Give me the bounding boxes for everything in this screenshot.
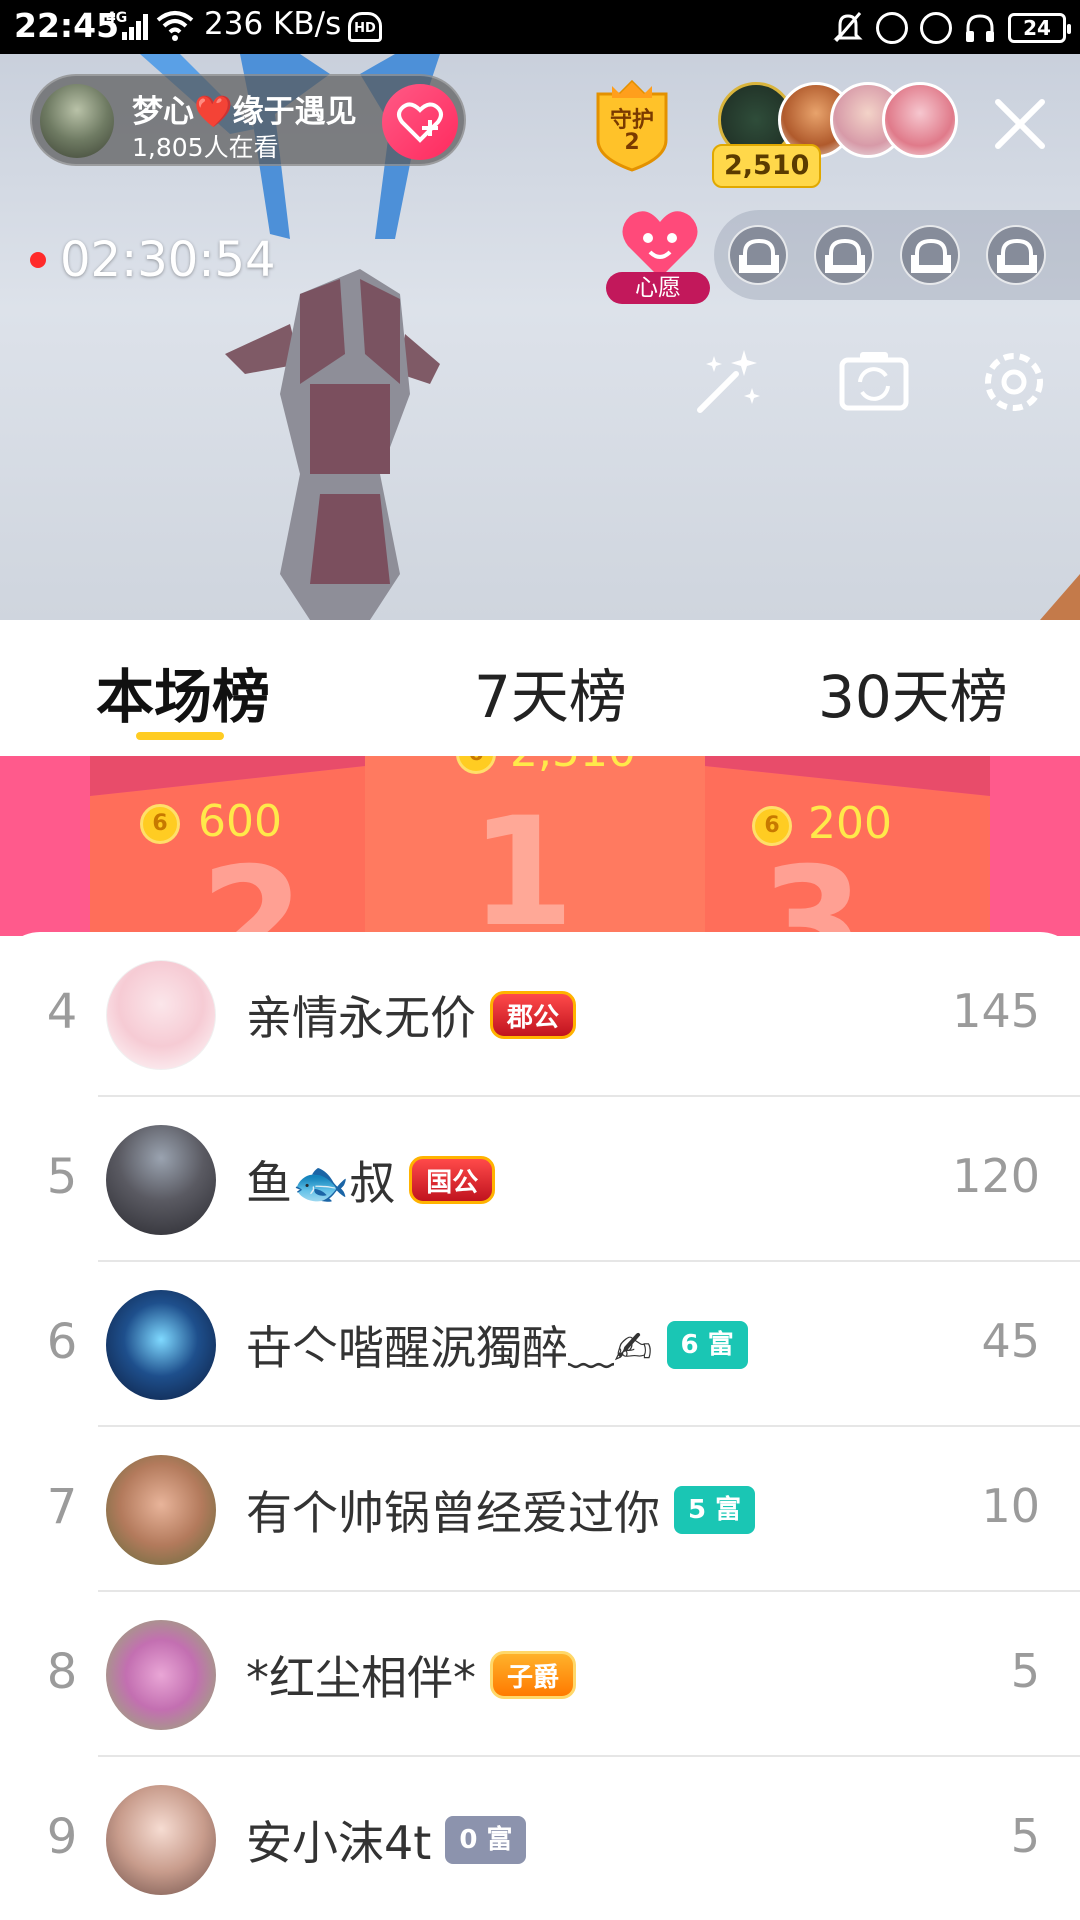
live-duration-text: 02:30:54 <box>60 232 276 288</box>
headphones-icon <box>966 14 994 42</box>
avatar[interactable] <box>106 1125 216 1235</box>
wish-label: 心愿 <box>606 272 710 304</box>
rank-number: 9 <box>46 1809 78 1865</box>
noble-badge: 国公 <box>409 1156 496 1204</box>
follow-button[interactable] <box>382 84 458 160</box>
alarm-icon <box>920 12 952 44</box>
coin-icon: 6 <box>752 806 792 846</box>
recording-dot-icon <box>30 252 46 268</box>
seat-bar <box>714 210 1080 300</box>
coin-count: 2,510 <box>712 144 822 188</box>
close-icon[interactable] <box>990 94 1050 154</box>
hd-icon: HD <box>348 12 382 42</box>
avatar[interactable] <box>106 1455 216 1565</box>
list-item[interactable]: 6 卋亽喈醒泦獨醉﹏✍ 6 富 45 <box>0 1262 1080 1427</box>
heart-face-icon <box>622 211 698 278</box>
tab-7-days[interactable]: 7天榜 <box>474 650 627 734</box>
wealth-level-badge: 0 富 <box>445 1816 527 1864</box>
leaderboard-tabs: 本场榜 7天榜 30天榜 <box>0 620 1080 756</box>
guard-badge[interactable]: 守护 2 <box>586 79 678 172</box>
wealth-level-badge: 6 富 <box>666 1321 748 1369</box>
contribution-score: 145 <box>952 984 1040 1038</box>
user-name: 有个帅锅曾经爱过你 <box>246 1486 660 1540</box>
list-item[interactable]: 5 鱼🐟叔 国公 120 <box>0 1097 1080 1262</box>
rank-number: 4 <box>46 984 78 1040</box>
status-bar: 22:45 4G 236 KB/s HD 24 <box>0 0 1080 54</box>
contribution-score: 5 <box>1010 1809 1040 1863</box>
avatar[interactable] <box>106 1290 216 1400</box>
tab-this-session[interactable]: 本场榜 <box>96 650 270 734</box>
podium-value-3: 200 <box>808 798 892 849</box>
contribution-score: 10 <box>981 1479 1040 1533</box>
user-name: *红尘相伴* <box>246 1651 476 1705</box>
noble-badge: 子爵 <box>490 1651 577 1699</box>
contribution-score: 5 <box>1010 1644 1040 1698</box>
magic-wand-icon[interactable] <box>690 344 766 420</box>
user-name: 安小沫4t <box>246 1816 432 1870</box>
podium-rank-2: 2 <box>200 836 305 936</box>
top3-podium: 1 2 3 6 600 6 200 6 2,510 <box>0 756 1080 936</box>
battery-indicator: 24 <box>1008 13 1071 43</box>
avatar[interactable] <box>106 960 216 1070</box>
flip-camera-icon[interactable] <box>836 344 912 420</box>
user-name: 卋亽喈醒泦獨醉﹏✍ <box>246 1321 653 1375</box>
podium-value-2: 600 <box>198 796 282 847</box>
wifi-icon <box>156 11 194 41</box>
list-item[interactable]: 7 有个帅锅曾经爱过你 5 富 10 <box>0 1427 1080 1592</box>
mute-bell-icon <box>833 12 863 42</box>
ranking-list: 4 亲情永无价 郡公 145 5 鱼🐟叔 国公 120 6 卋亽喈醒泦獨醉﹏✍ … <box>0 932 1080 1920</box>
rank-number: 7 <box>46 1479 78 1535</box>
list-item[interactable]: 4 亲情永无价 郡公 145 <box>0 932 1080 1097</box>
rank-number: 5 <box>46 1149 78 1205</box>
avatar[interactable] <box>106 1785 216 1895</box>
tab-30-days[interactable]: 30天榜 <box>818 650 1008 734</box>
podium-value-1: 2,510 <box>510 756 636 777</box>
wish-button[interactable]: 心愿 <box>606 206 710 310</box>
guard-label: 守护 <box>609 108 654 133</box>
viewer-avatar[interactable] <box>882 82 958 158</box>
coin-icon: 6 <box>140 804 180 844</box>
network-speed: 236 KB/s <box>204 6 342 42</box>
settings-gear-icon[interactable] <box>976 344 1052 420</box>
rank-number: 6 <box>46 1314 78 1370</box>
contribution-score: 120 <box>952 1149 1040 1203</box>
podium-rank-3: 3 <box>760 836 865 936</box>
contribution-score: 45 <box>981 1314 1040 1368</box>
viewer-count: 1,805人在看 <box>132 133 279 162</box>
anchor-info[interactable]: 梦心❤️缘于遇见 1,805人在看 <box>30 74 466 166</box>
wealth-level-badge: 5 富 <box>674 1486 756 1534</box>
live-duration: 02:30:54 <box>30 230 276 290</box>
podium-rank-1: 1 <box>470 786 575 936</box>
user-name: 鱼🐟叔 <box>246 1156 396 1210</box>
list-item[interactable]: 8 *红尘相伴* 子爵 5 <box>0 1592 1080 1757</box>
signal-icon <box>122 14 150 40</box>
user-name: 亲情永无价 <box>246 991 476 1045</box>
anchor-avatar[interactable] <box>40 84 114 158</box>
guard-count: 2 <box>624 130 640 155</box>
avatar[interactable] <box>106 1620 216 1730</box>
empty-seat-icon[interactable] <box>900 225 960 285</box>
live-video[interactable]: 梦心❤️缘于遇见 1,805人在看 守护 2 2,510 02:30:54 心愿 <box>0 54 1080 620</box>
anchor-name: 梦心❤️缘于遇见 <box>132 94 357 130</box>
status-time: 22:45 <box>14 6 120 45</box>
empty-seat-icon[interactable] <box>728 225 788 285</box>
empty-seat-icon[interactable] <box>986 225 1046 285</box>
heart-plus-icon <box>397 102 443 143</box>
list-item[interactable]: 9 安小沫4t 0 富 5 <box>0 1757 1080 1920</box>
active-tab-indicator <box>136 732 224 740</box>
rank-number: 8 <box>46 1644 78 1700</box>
noble-badge: 郡公 <box>490 991 577 1039</box>
lock-rotation-icon <box>876 12 908 44</box>
empty-seat-icon[interactable] <box>814 225 874 285</box>
